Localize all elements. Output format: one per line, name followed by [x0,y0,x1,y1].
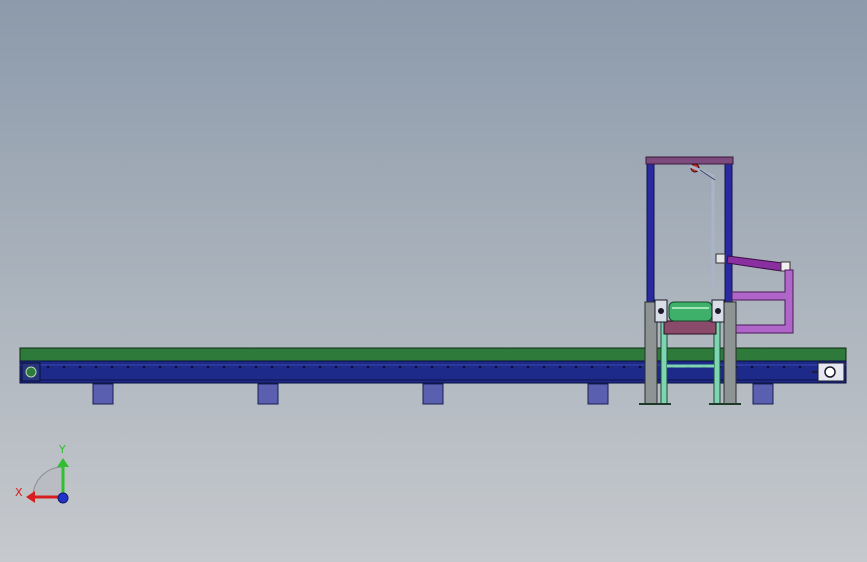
cad-viewport[interactable]: Y X [0,0,867,562]
frame-bolt [254,365,258,369]
drive-pulley-icon [25,366,37,378]
frame-bolt [414,365,418,369]
frame-bolt [94,365,98,369]
frame-bolt [382,365,386,369]
frame-bolt [206,365,210,369]
frame-bolt [126,365,130,369]
frame-bolt [350,365,354,369]
support-foot [257,383,279,405]
frame-bolt [798,365,802,369]
frame-bolt [478,365,482,369]
pneumatic-cylinder [726,255,784,272]
frame-bolt [766,365,770,369]
frame-bolt [318,365,322,369]
x-axis-label: X [15,486,23,499]
portal-left-post [646,159,655,303]
support-foot [92,383,114,405]
frame-bolt [142,365,146,369]
z-axis-dot-icon [57,492,69,504]
bearing-right-icon [715,308,721,314]
conveyor-belt [19,347,847,362]
frame-bolt [542,365,546,369]
transfer-roller [668,301,713,322]
cylinder-mount [715,253,726,264]
frame-bolt [398,365,402,369]
frame-bolt [270,365,274,369]
frame-bolt [750,365,754,369]
frame-bolt [622,365,626,369]
bearing-left-icon [658,308,664,314]
portal-right-post [724,159,733,303]
frame-bolt [526,365,530,369]
hanger-arm [689,164,715,292]
frame-bolt [606,365,610,369]
support-foot [422,383,444,405]
frame-bolt [590,365,594,369]
frame-bolt [334,365,338,369]
frame-bolt [782,365,786,369]
support-foot [752,383,774,405]
y-arrow-head-icon [57,458,69,467]
frame-bolt [174,365,178,369]
frame-bolt [462,365,466,369]
conveyor-assembly[interactable] [19,347,847,405]
orientation-triad[interactable] [26,458,69,504]
model-drawing [19,156,847,504]
idler-pulley-icon [824,366,836,378]
frame-bolt [366,365,370,369]
frame-bolt [46,365,50,369]
frame-bolt [190,365,194,369]
frame-bolt [302,365,306,369]
y-axis-label: Y [59,443,66,456]
frame-bolt [158,365,162,369]
portal-top-beam [645,156,734,165]
leg-right-outer [723,301,737,405]
triad-plane-wedge [32,466,64,498]
frame-bolt [78,365,82,369]
frame-bolt [430,365,434,369]
frame-bolt [222,365,226,369]
support-foot [587,383,609,405]
frame-bolt [238,365,242,369]
frame-bolt [510,365,514,369]
frame-bolt [286,365,290,369]
frame-bolt [62,365,66,369]
frame-bolt [446,365,450,369]
support-feet [92,383,774,405]
frame-bolt [494,365,498,369]
frame-bolt [558,365,562,369]
lift-platform [663,320,717,335]
side-bracket [731,269,794,334]
frame-bolt [574,365,578,369]
x-arrow-head-icon [26,491,35,503]
frame-bolt [638,365,642,369]
frame-bolt [110,365,114,369]
